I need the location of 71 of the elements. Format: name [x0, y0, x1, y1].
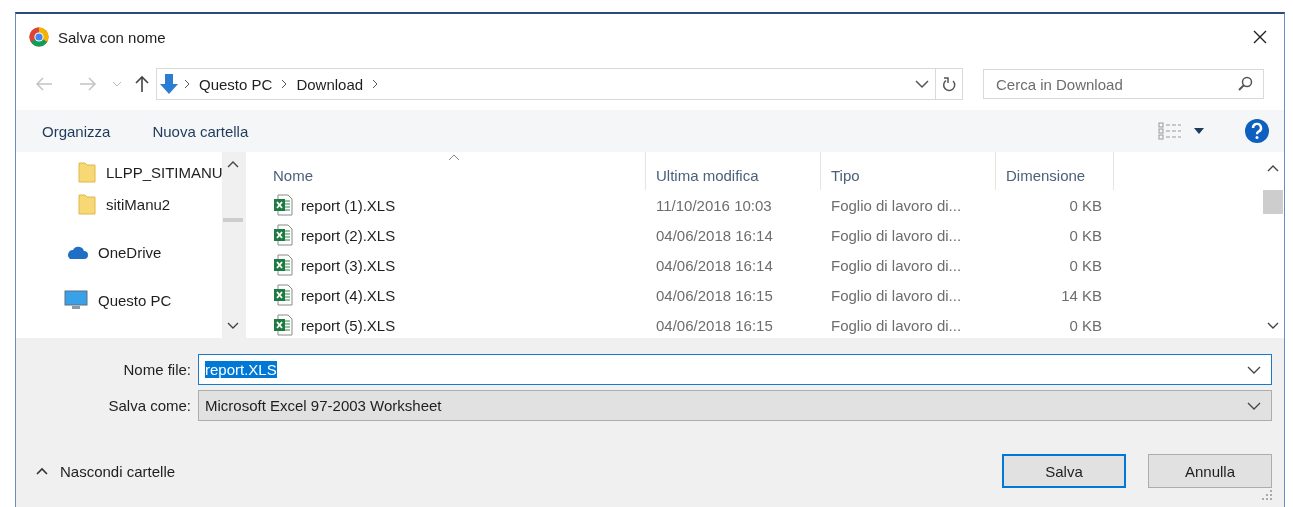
caret-down-icon[interactable]	[1194, 128, 1204, 134]
search-field[interactable]: Cerca in Download	[983, 69, 1264, 99]
chevron-up-icon	[1266, 164, 1279, 172]
folder-icon	[78, 161, 96, 183]
column-header[interactable]: Nome	[263, 152, 646, 190]
sidebar-item[interactable]: Questo PC	[64, 284, 222, 316]
file-size: 14 KB	[1060, 286, 1103, 304]
chevron-down-icon	[227, 322, 239, 330]
resize-grip-icon	[1262, 490, 1272, 500]
file-name[interactable]: report (3).XLS	[301, 256, 396, 274]
modified-date: 04/06/2018 16:15	[655, 316, 774, 334]
scrollbar-thumb[interactable]	[1262, 190, 1283, 214]
file-type: Foglio di lavoro di...	[830, 316, 963, 334]
file-type: Foglio di lavoro di...	[830, 256, 963, 274]
sidebar-item[interactable]: LLPP_SITIMANU	[78, 156, 222, 188]
chevron-down-icon	[1247, 364, 1261, 375]
file-type: Foglio di lavoro di...	[830, 196, 963, 214]
chrome-icon	[29, 27, 49, 47]
chevron-down-icon[interactable]	[915, 79, 929, 89]
field-label: Nome file:	[122, 361, 192, 378]
file-name[interactable]: report (5).XLS	[301, 316, 396, 334]
file-name[interactable]: report (2).XLS	[301, 226, 396, 244]
refresh-icon[interactable]	[942, 76, 956, 92]
column-header[interactable]: Dimensione	[996, 152, 1114, 190]
chevron-down-icon	[1247, 400, 1261, 411]
download-arrow-icon	[157, 72, 181, 96]
modified-date: 04/06/2018 16:14	[655, 256, 774, 274]
chevron-up-icon	[227, 160, 239, 168]
file-size: 0 KB	[1068, 226, 1103, 244]
column-header[interactable]: Tipo	[821, 152, 996, 190]
help-icon[interactable]	[1244, 118, 1270, 144]
spreadsheet-file-icon	[273, 284, 293, 306]
breadcrumb-item[interactable]: Questo PC	[193, 75, 279, 93]
sidebar-item[interactable]: sitiManu2	[78, 188, 222, 220]
chevron-up-icon	[36, 467, 48, 475]
file-size: 0 KB	[1068, 316, 1103, 334]
close-icon[interactable]	[1252, 29, 1268, 45]
file-type-dropdown[interactable]: Microsoft Excel 97-2003 Worksheet	[198, 390, 1272, 421]
scrollbar[interactable]	[222, 152, 244, 338]
search-icon	[1237, 76, 1253, 92]
file-name[interactable]: report (4).XLS	[301, 286, 396, 304]
dialog-button[interactable]: Annulla	[1148, 454, 1272, 488]
up-arrow-icon[interactable]	[134, 75, 150, 93]
modified-date: 04/06/2018 16:14	[655, 226, 774, 244]
file-type: Foglio di lavoro di...	[830, 286, 963, 304]
sidebar-item[interactable]: OneDrive	[64, 236, 222, 268]
monitor-icon	[64, 290, 88, 310]
spreadsheet-file-icon	[273, 314, 293, 336]
view-options-icon[interactable]	[1158, 122, 1182, 140]
file-type: Foglio di lavoro di...	[830, 226, 963, 244]
spreadsheet-file-icon	[273, 224, 293, 246]
address-bar[interactable]: Questo PC Download	[156, 68, 963, 100]
new-folder-button[interactable]: Nuova cartella	[152, 122, 249, 140]
field-label: Salva come:	[107, 397, 192, 414]
spreadsheet-file-icon	[273, 254, 293, 276]
folder-icon	[78, 193, 96, 215]
hide-folders-button[interactable]: Nascondi cartelle	[36, 462, 176, 480]
organize-menu[interactable]: Organizza	[42, 122, 111, 140]
spreadsheet-file-icon	[273, 194, 293, 216]
file-name[interactable]: report (1).XLS	[301, 196, 396, 214]
file-size: 0 KB	[1068, 256, 1103, 274]
breadcrumb-item[interactable]: Download	[290, 75, 370, 93]
column-header[interactable]: Ultima modifica	[646, 152, 821, 190]
filename-field[interactable]: report.XLS	[198, 354, 1272, 385]
window-title: Salva con nome	[58, 28, 167, 46]
file-size: 0 KB	[1068, 196, 1103, 214]
modified-date: 11/10/2016 10:03	[655, 196, 773, 214]
dialog-button[interactable]: Salva	[1002, 454, 1126, 488]
chevron-down-icon	[1266, 322, 1279, 330]
scrollbar-thumb[interactable]	[223, 218, 243, 222]
modified-date: 04/06/2018 16:15	[655, 286, 774, 304]
